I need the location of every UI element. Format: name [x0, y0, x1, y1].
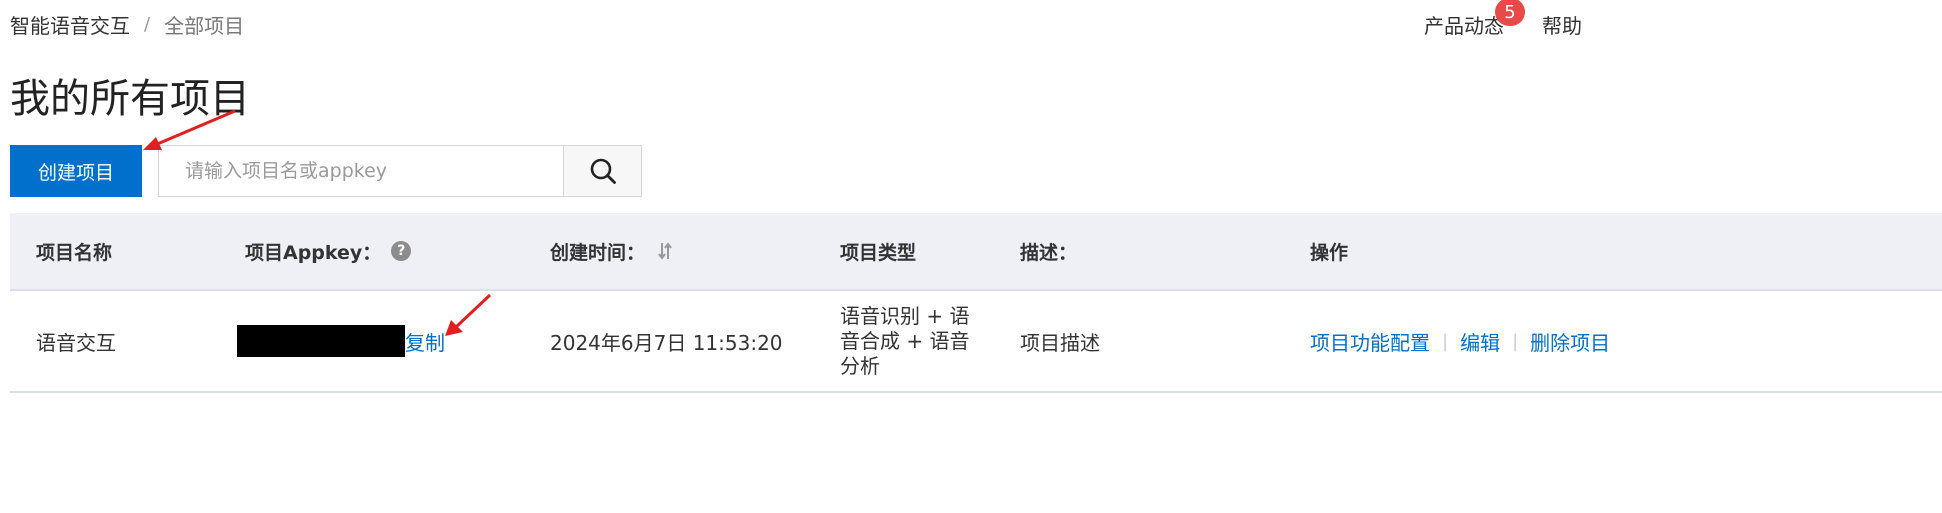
- breadcrumb-separator: /: [144, 14, 151, 35]
- cell-operations: 项目功能配置 | 编辑 | 删除项目: [1310, 291, 1610, 391]
- cell-project-name: 语音交互: [36, 330, 116, 355]
- redacted-appkey: [237, 325, 405, 357]
- header-created-label: 创建时间：: [550, 241, 646, 264]
- table-row: 语音交互 复制 2024年6月7日 11:53:20 语音识别 + 语音合成 +…: [10, 291, 1942, 393]
- question-mark-icon[interactable]: ?: [391, 241, 412, 261]
- action-divider: |: [1442, 330, 1449, 352]
- header-appkey: 项目Appkey： ?: [245, 213, 412, 289]
- breadcrumb: 智能语音交互 / 全部项目: [10, 10, 244, 39]
- action-divider: |: [1512, 330, 1519, 352]
- delete-project-link[interactable]: 删除项目: [1530, 327, 1610, 356]
- top-nav: 产品动态 5 帮助: [1424, 0, 1582, 39]
- cell-created-time: 2024年6月7日 11:53:20: [550, 330, 783, 355]
- edit-link[interactable]: 编辑: [1460, 327, 1500, 356]
- create-project-button[interactable]: 创建项目: [10, 145, 142, 197]
- header-operations: 操作: [1310, 241, 1349, 264]
- sort-icon[interactable]: [657, 241, 673, 261]
- table-header: 项目名称 项目Appkey： ? 创建时间： 项目类型 描述： 操作: [10, 213, 1942, 291]
- cell-appkey: 复制: [237, 291, 445, 391]
- header-created-time[interactable]: 创建时间：: [550, 213, 673, 289]
- cell-description: 项目描述: [1020, 330, 1100, 355]
- configure-features-link[interactable]: 项目功能配置: [1310, 327, 1430, 356]
- header-project-type: 项目类型: [840, 241, 917, 264]
- breadcrumb-current: 全部项目: [164, 14, 245, 38]
- page-title: 我的所有项目: [10, 76, 250, 122]
- product-news-link[interactable]: 产品动态 5: [1424, 0, 1525, 39]
- search-icon: [590, 158, 616, 184]
- news-count-badge: 5: [1495, 0, 1525, 26]
- help-link[interactable]: 帮助: [1542, 10, 1582, 39]
- breadcrumb-root-link[interactable]: 智能语音交互: [10, 10, 130, 39]
- header-description: 描述：: [1020, 241, 1078, 264]
- project-type-text: 语音识别 + 语音合成 + 语音分析: [840, 303, 970, 378]
- search-button[interactable]: [563, 145, 642, 197]
- projects-table: 项目名称 项目Appkey： ? 创建时间： 项目类型 描述： 操作 语音交互 …: [10, 213, 1942, 393]
- header-project-name: 项目名称: [36, 241, 113, 264]
- cell-project-type: 语音识别 + 语音合成 + 语音分析: [840, 291, 970, 391]
- product-news-label: 产品动态: [1424, 14, 1504, 38]
- copy-appkey-link[interactable]: 复制: [405, 327, 445, 356]
- search-input[interactable]: [158, 145, 564, 197]
- header-appkey-label: 项目Appkey：: [245, 241, 382, 264]
